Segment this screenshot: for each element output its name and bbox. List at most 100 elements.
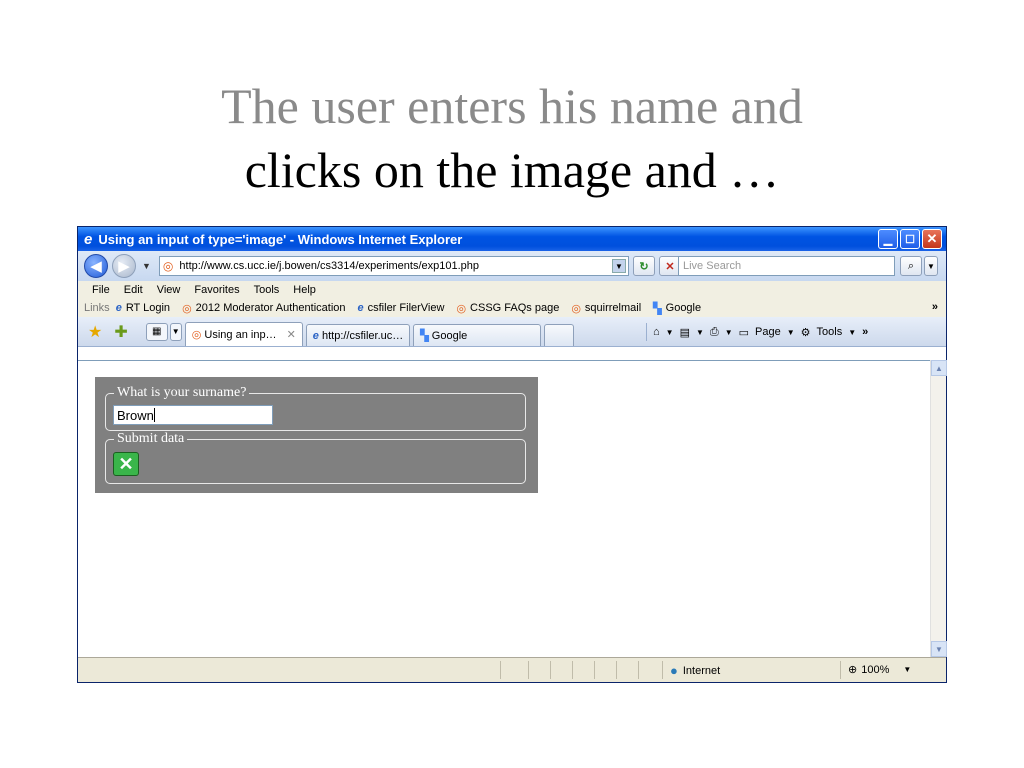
tab-list-dropdown-icon[interactable]: ▼ — [169, 322, 182, 341]
google-icon: ▚ — [420, 330, 432, 342]
link-rt-login[interactable]: e RT Login — [116, 302, 170, 314]
links-label: Links — [84, 302, 110, 314]
close-tab-icon[interactable]: ✕ — [287, 328, 296, 341]
links-bar: Links e RT Login ◎ 2012 Moderator Authenti… — [78, 299, 946, 317]
favorites-star-icon[interactable]: ★ — [88, 322, 102, 342]
toolbar-overflow-chevron-icon[interactable]: » — [862, 326, 868, 338]
scroll-down-icon[interactable]: ▼ — [931, 641, 947, 657]
window-controls: ▁ ☐ ✕ — [878, 229, 942, 249]
menu-favorites[interactable]: Favorites — [194, 284, 239, 296]
separator — [646, 323, 647, 341]
page-icon: ◎ — [191, 329, 205, 341]
link-label: csfiler FilerView — [367, 302, 445, 314]
page-icon: ◎ — [571, 302, 581, 315]
page-icon: ◎ — [162, 259, 174, 273]
quick-tabs-button[interactable]: ▦ — [145, 322, 168, 341]
status-divider — [528, 661, 529, 679]
ie-page-icon: e — [115, 302, 122, 314]
close-button[interactable]: ✕ — [922, 229, 942, 249]
link-label: RT Login — [125, 302, 171, 314]
zone-label: Internet — [682, 664, 721, 677]
forward-button[interactable]: ▶ — [112, 254, 136, 278]
menu-edit[interactable]: Edit — [124, 284, 143, 296]
slide-title-line-2: clicks on the image and … — [244, 142, 780, 198]
add-favorite-icon[interactable]: ✚ — [114, 322, 127, 342]
address-bar: ◀ ▶ ▼ ◎ http://www.cs.ucc.ie/j.bowen/cs3… — [78, 251, 946, 281]
link-label: Google — [665, 302, 702, 314]
link-csfiler[interactable]: e csfiler FilerView — [358, 302, 445, 314]
scroll-up-icon[interactable]: ▲ — [931, 360, 947, 376]
browser-window: e Using an input of type='image' - Windo… — [77, 226, 947, 683]
search-input[interactable]: Live Search — [678, 256, 895, 276]
menu-bar: File Edit View Favorites Tools Help — [78, 281, 946, 299]
home-dropdown-icon[interactable]: ▼ — [666, 328, 674, 337]
page-menu-icon: ▭ — [738, 326, 750, 339]
tab-csfiler[interactable]: e http://csfiler.uc… — [305, 324, 411, 346]
tab-using-an-input[interactable]: ◎ Using an inp… ✕ — [184, 322, 303, 346]
globe-icon: ● — [670, 663, 678, 678]
status-divider — [550, 661, 551, 679]
link-label: squirrelmail — [584, 302, 642, 314]
search-icon[interactable]: ⌕ — [900, 256, 922, 276]
submit-fieldset: Submit data ✕ — [105, 431, 526, 484]
new-tab-button[interactable] — [544, 324, 575, 346]
zoom-dropdown-icon[interactable]: ▼ — [903, 665, 911, 674]
print-icon[interactable]: ⎙ — [710, 326, 719, 339]
vertical-scrollbar[interactable]: ▲ ▼ — [930, 360, 947, 657]
page-icon: ◎ — [456, 302, 467, 315]
tools-dropdown-icon[interactable]: ▼ — [848, 328, 856, 337]
refresh-button[interactable]: ↻ — [632, 256, 655, 276]
link-cssg-faqs[interactable]: ◎ CSSG FAQs page — [456, 302, 559, 315]
feeds-dropdown-icon[interactable]: ▼ — [696, 328, 704, 337]
submit-legend: Submit data — [114, 431, 188, 447]
back-button[interactable]: ◀ — [84, 254, 108, 278]
minimize-button[interactable]: ▁ — [878, 229, 898, 249]
form-panel: What is your surname? Brown Submit data … — [95, 377, 538, 493]
link-google[interactable]: ▚ Google — [653, 302, 701, 315]
status-divider — [572, 661, 573, 679]
page-dropdown-icon[interactable]: ▼ — [787, 328, 795, 337]
search-dropdown-icon[interactable]: ▼ — [924, 256, 938, 276]
surname-value: Brown — [117, 407, 154, 423]
feeds-icon[interactable]: ▤ — [680, 326, 690, 339]
status-divider — [840, 661, 841, 679]
surname-fieldset: What is your surname? Brown — [105, 385, 526, 431]
tools-menu-button[interactable]: Tools — [817, 326, 843, 338]
ie-page-icon: e — [312, 329, 322, 342]
tab-google[interactable]: ▚ Google — [413, 324, 542, 346]
page-icon: ◎ — [182, 302, 192, 315]
menu-tools[interactable]: Tools — [254, 284, 280, 296]
page-viewport: What is your surname? Brown Submit data … — [78, 360, 930, 657]
url-input[interactable]: ◎ http://www.cs.ucc.ie/j.bowen/cs3314/ex… — [158, 256, 629, 276]
link-moderator-auth[interactable]: ◎ 2012 Moderator Authentication — [182, 302, 345, 315]
zoom-level: 100% — [861, 663, 890, 676]
security-zone[interactable]: ● Internet — [670, 663, 720, 678]
more-links-chevron-icon[interactable]: » — [932, 301, 938, 313]
menu-help[interactable]: Help — [293, 284, 316, 296]
slide-title: The user enters his name and clicks on t… — [0, 74, 1024, 202]
page-menu-button[interactable]: Page — [755, 326, 781, 338]
url-text: http://www.cs.ucc.ie/j.bowen/cs3314/expe… — [179, 260, 480, 272]
text-caret — [153, 408, 155, 422]
menu-file[interactable]: File — [92, 284, 110, 296]
print-dropdown-icon[interactable]: ▼ — [725, 328, 733, 337]
link-label: CSSG FAQs page — [470, 302, 560, 314]
url-dropdown-icon[interactable]: ▼ — [611, 259, 626, 273]
window-title: Using an input of type='image' - Windows… — [98, 231, 463, 247]
maximize-button[interactable]: ☐ — [900, 229, 920, 249]
surname-input[interactable]: Brown — [113, 405, 273, 425]
search-placeholder: Live Search — [683, 260, 742, 272]
command-bar: ⌂ ▼ ▤ ▼ ⎙ ▼ ▭ Page ▼ ⚙ Tools ▼ » — [646, 323, 868, 341]
menu-view[interactable]: View — [157, 284, 181, 296]
zoom-control[interactable]: ⊕ 100% ▼ — [848, 663, 911, 677]
link-squirrelmail[interactable]: ◎ squirrelmail — [571, 302, 641, 315]
status-divider — [616, 661, 617, 679]
image-submit-button[interactable]: ✕ — [113, 452, 139, 476]
status-divider — [638, 661, 639, 679]
title-bar[interactable]: e Using an input of type='image' - Windo… — [78, 227, 946, 251]
history-dropdown-icon[interactable]: ▼ — [142, 261, 151, 271]
home-icon[interactable]: ⌂ — [653, 326, 660, 338]
tab-label: http://csfiler.uc… — [321, 329, 404, 342]
status-bar: ● Internet ⊕ 100% ▼ — [78, 657, 946, 682]
surname-legend: What is your surname? — [114, 385, 250, 401]
